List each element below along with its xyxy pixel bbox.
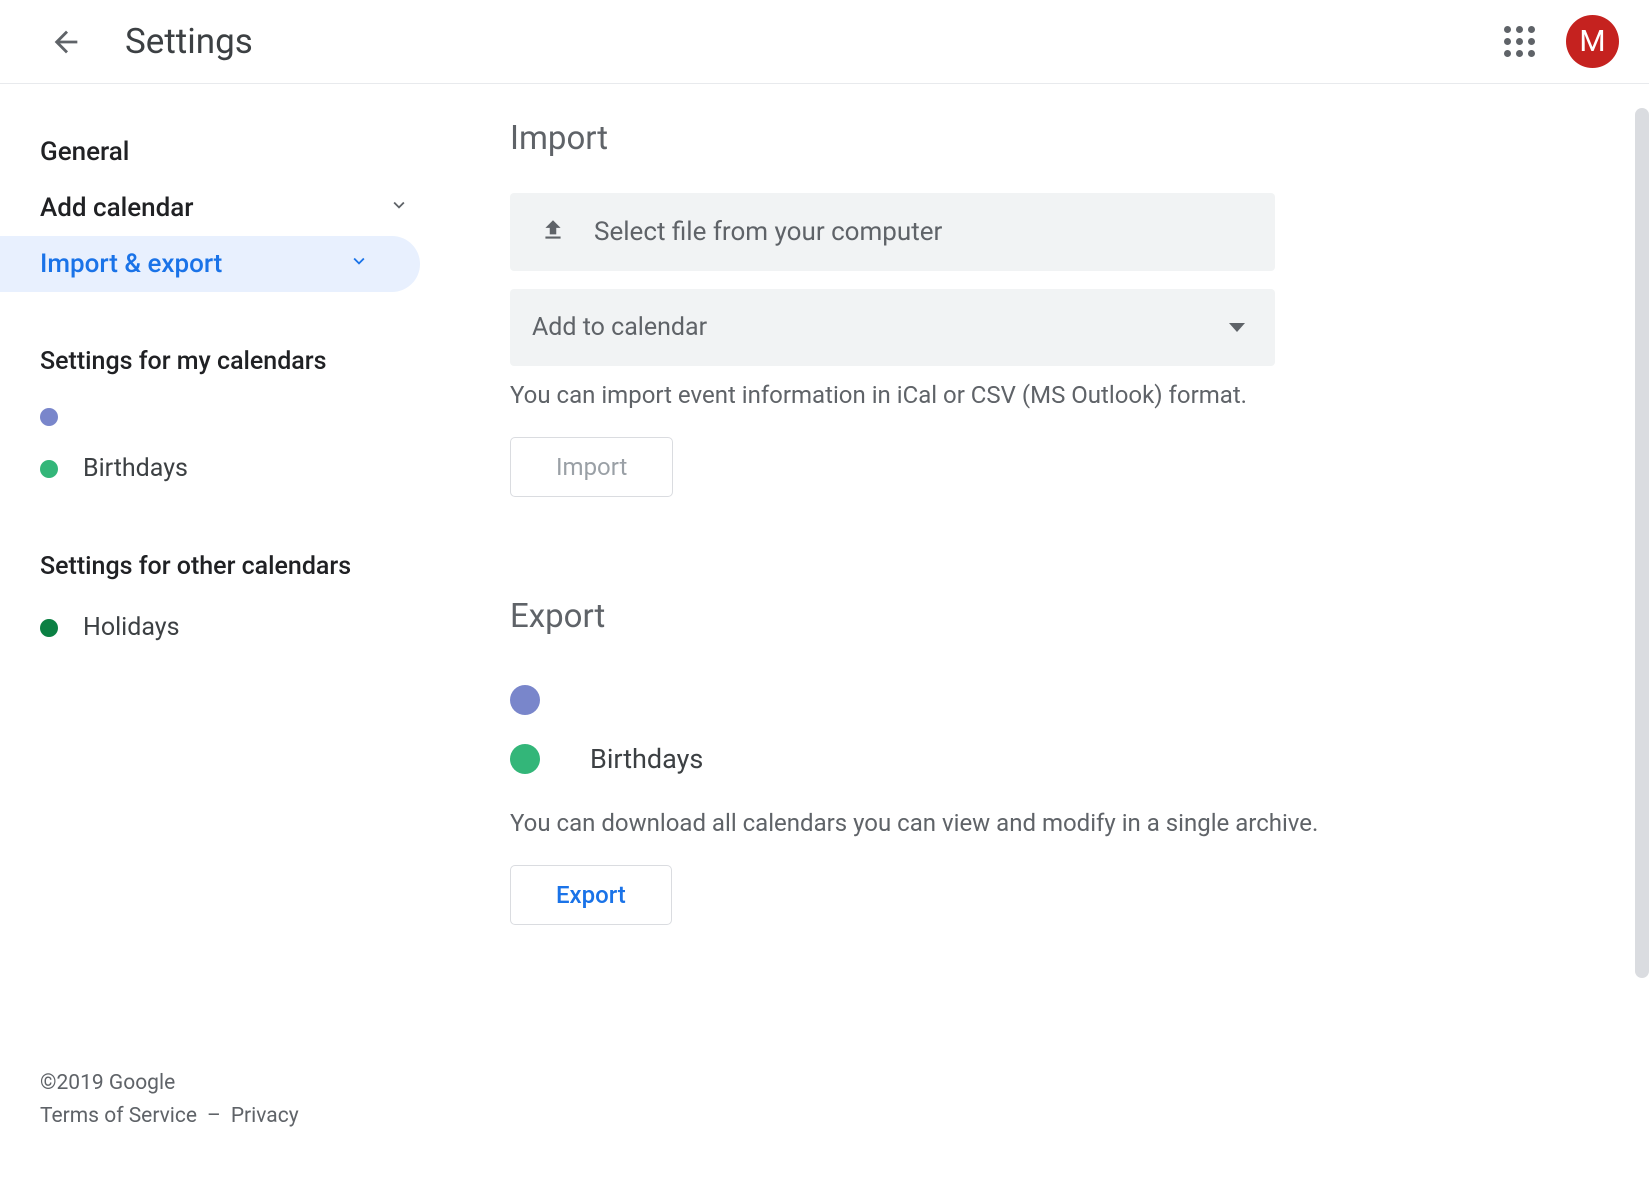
calendar-label: Birthdays (590, 743, 703, 775)
main-content: Import Select file from your computer Ad… (460, 84, 1649, 1194)
back-arrow-button[interactable] (45, 21, 87, 63)
my-calendars-header: Settings for my calendars (0, 292, 460, 394)
export-calendar-item: Birthdays (510, 729, 1599, 789)
export-title: Export (510, 597, 1599, 636)
calendar-color-dot (40, 460, 58, 478)
sidebar-item-label: Add calendar (40, 193, 193, 223)
file-select-button[interactable]: Select file from your computer (510, 193, 1275, 271)
terms-link[interactable]: Terms of Service (40, 1100, 197, 1134)
privacy-link[interactable]: Privacy (231, 1100, 299, 1134)
import-section: Import Select file from your computer Ad… (510, 119, 1599, 497)
sidebar-item-general[interactable]: General (0, 124, 460, 180)
import-button[interactable]: Import (510, 437, 673, 497)
sidebar-item-add-calendar[interactable]: Add calendar (0, 180, 460, 236)
sidebar: General Add calendar Import & export Set… (0, 84, 460, 1194)
other-calendar-item[interactable]: Holidays (0, 599, 460, 656)
footer-separator: – (207, 1100, 221, 1134)
sidebar-footer: ©2019 Google Terms of Service – Privacy (0, 1067, 460, 1154)
my-calendar-item[interactable]: Birthdays (0, 440, 460, 497)
export-calendar-list: Birthdays (510, 671, 1599, 789)
header-left: Settings (45, 21, 253, 63)
account-avatar[interactable]: M (1566, 15, 1619, 68)
chevron-down-icon (348, 249, 370, 279)
sidebar-item-label: General (40, 137, 129, 167)
import-helper-text: You can import event information in iCal… (510, 381, 1599, 409)
sidebar-item-import-export[interactable]: Import & export (0, 236, 420, 292)
file-select-label: Select file from your computer (594, 217, 942, 247)
triangle-down-icon (1229, 323, 1245, 332)
chevron-down-icon (388, 193, 410, 223)
copyright: ©2019 Google (40, 1067, 420, 1101)
export-calendar-item (510, 671, 1599, 729)
dropdown-label: Add to calendar (532, 313, 707, 342)
import-title: Import (510, 119, 1599, 158)
header: Settings M (0, 0, 1649, 84)
export-helper-text: You can download all calendars you can v… (510, 809, 1599, 837)
other-calendars-header: Settings for other calendars (0, 497, 460, 599)
header-right: M (1500, 15, 1619, 68)
calendar-color-dot (510, 744, 540, 774)
calendar-color-dot (40, 619, 58, 637)
body-container: General Add calendar Import & export Set… (0, 84, 1649, 1194)
arrow-left-icon (49, 25, 83, 59)
scrollbar[interactable] (1635, 108, 1649, 978)
calendar-label: Birthdays (83, 454, 188, 483)
sidebar-item-label: Import & export (40, 249, 222, 279)
add-to-calendar-dropdown[interactable]: Add to calendar (510, 289, 1275, 366)
export-button[interactable]: Export (510, 865, 672, 925)
export-section: Export Birthdays You can download all ca… (510, 597, 1599, 925)
upload-icon (540, 217, 566, 247)
calendar-color-dot (510, 685, 540, 715)
calendar-label: Holidays (83, 613, 180, 642)
page-title: Settings (125, 21, 253, 62)
my-calendar-item[interactable] (0, 394, 460, 440)
calendar-color-dot (40, 408, 58, 426)
apps-grid-icon (1504, 26, 1535, 57)
apps-button[interactable] (1500, 23, 1538, 61)
